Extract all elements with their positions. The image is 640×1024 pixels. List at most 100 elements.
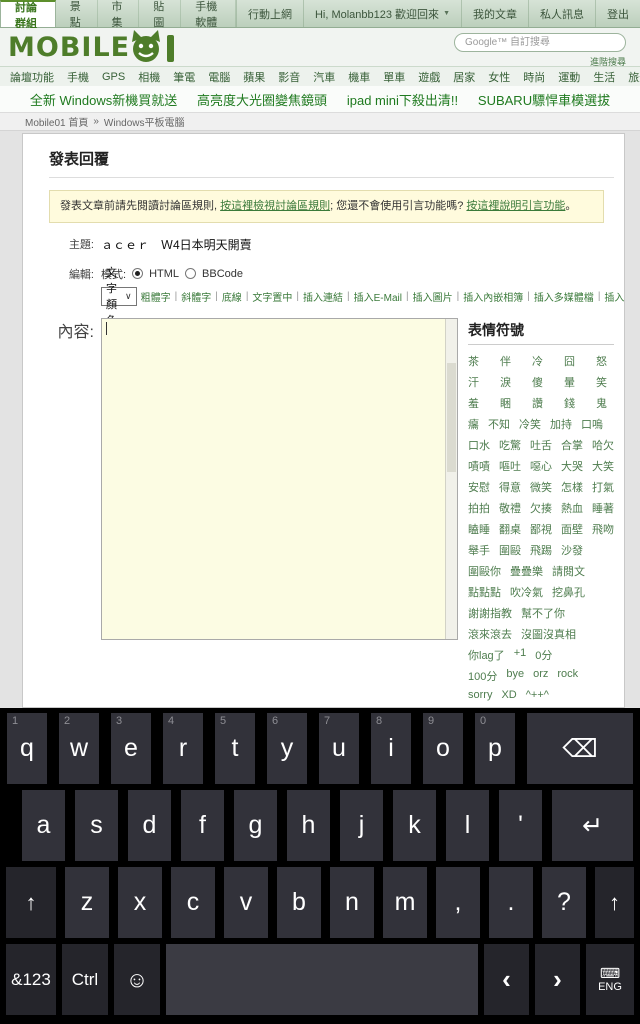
nav-item-8[interactable]: 汽車: [313, 69, 335, 85]
scrollbar-thumb[interactable]: [447, 363, 456, 473]
emoticon-link[interactable]: 微笑: [530, 479, 552, 495]
emoticon-link[interactable]: 飛吻: [592, 521, 614, 537]
ctrl-key[interactable]: Ctrl: [62, 944, 108, 1015]
emoticon-link[interactable]: 點點點: [468, 584, 501, 600]
emoticon-link[interactable]: 羞: [468, 395, 479, 411]
text-color-select[interactable]: 文字顏色 ∨: [101, 267, 137, 327]
key-r[interactable]: 4r: [163, 713, 203, 784]
enter-key[interactable]: ↵: [552, 790, 633, 861]
key-q[interactable]: 1q: [7, 713, 47, 784]
emoticon-link[interactable]: 嘔吐: [499, 458, 521, 474]
emoticon-link[interactable]: 拍拍: [468, 500, 490, 516]
emoticon-link[interactable]: 挖鼻孔: [552, 584, 585, 600]
nav-item-17[interactable]: 旅遊美食: [628, 69, 640, 85]
emoticon-link[interactable]: 加持: [550, 416, 572, 432]
emoticon-link[interactable]: 謝謝指教: [468, 605, 512, 621]
mobile01-logo[interactable]: MOBILE: [8, 29, 176, 65]
emoticon-link[interactable]: 翻桌: [499, 521, 521, 537]
emoji-key[interactable]: ☺: [114, 944, 160, 1015]
cursor-left-key[interactable]: ‹: [484, 944, 529, 1015]
toolbar-link-8[interactable]: 插入多媒體檔: [534, 289, 594, 304]
emoticon-link[interactable]: 癟: [468, 416, 479, 432]
emoticon-link[interactable]: 瞌睡: [468, 521, 490, 537]
key-y[interactable]: 6y: [267, 713, 307, 784]
topbar-link-0[interactable]: 行動上網: [235, 0, 303, 27]
emoticon-link[interactable]: 圍毆: [499, 542, 521, 558]
shift-left-key[interactable]: ↑: [6, 867, 56, 938]
emoticon-link[interactable]: 舉手: [468, 542, 490, 558]
emoticon-link[interactable]: 汗: [468, 374, 479, 390]
emoticon-link[interactable]: 滾來滾去: [468, 626, 512, 642]
emoticon-link[interactable]: 暈: [564, 374, 575, 390]
emoticon-link[interactable]: 怎樣: [561, 479, 583, 495]
topbar-link-1[interactable]: Hi, Molanbb123 歡迎回來 ▼: [302, 0, 461, 27]
topbar-tab-0[interactable]: 討論群組: [0, 0, 56, 30]
nav-item-0[interactable]: 論壇功能: [10, 69, 54, 85]
emoticon-link[interactable]: 睏: [500, 395, 511, 411]
emoticon-link[interactable]: +1: [514, 647, 527, 663]
emoticon-link[interactable]: 吐舌: [530, 437, 552, 453]
key-f[interactable]: f: [181, 790, 224, 861]
emoticon-link[interactable]: 哈欠: [592, 437, 614, 453]
key-v[interactable]: v: [224, 867, 268, 938]
key-m[interactable]: m: [383, 867, 427, 938]
emoticon-link[interactable]: 囧: [564, 353, 575, 369]
nav-item-2[interactable]: GPS: [102, 71, 125, 83]
space-key[interactable]: [166, 944, 478, 1015]
emoticon-link[interactable]: 100分: [468, 668, 497, 684]
emoticon-link[interactable]: 圍毆你: [468, 563, 501, 579]
key-x[interactable]: x: [118, 867, 162, 938]
toolbar-link-1[interactable]: 斜體字: [181, 289, 211, 304]
emoticon-link[interactable]: 幫不了你: [521, 605, 565, 621]
nav-item-11[interactable]: 遊戲: [418, 69, 440, 85]
emoticon-link[interactable]: 冷笑: [519, 416, 541, 432]
emoticon-link[interactable]: 面壁: [561, 521, 583, 537]
apostrophe-key[interactable]: ': [499, 790, 542, 861]
key-p[interactable]: 0p: [475, 713, 515, 784]
key-i[interactable]: 8i: [371, 713, 411, 784]
emoticon-link[interactable]: 吹冷氣: [510, 584, 543, 600]
nav-item-4[interactable]: 筆電: [173, 69, 195, 85]
html-radio[interactable]: [132, 268, 144, 279]
nav-item-5[interactable]: 電腦: [208, 69, 230, 85]
textarea-scrollbar[interactable]: [445, 318, 457, 639]
topbar-tab-3[interactable]: 貼圖: [139, 0, 182, 29]
cursor-right-key[interactable]: ›: [535, 944, 580, 1015]
language-key[interactable]: ⌨ ENG: [586, 944, 634, 1015]
key-j[interactable]: j: [340, 790, 383, 861]
ad-link-0[interactable]: 全新 Windows新機買就送: [30, 90, 177, 109]
ad-link-3[interactable]: SUBARU驃悍車模選拔: [478, 90, 610, 109]
emoticon-link[interactable]: XD: [501, 689, 516, 701]
emoticon-link[interactable]: 熱血: [561, 500, 583, 516]
emoticon-link[interactable]: 大哭: [561, 458, 583, 474]
emoticon-link[interactable]: ^++^: [526, 689, 549, 701]
emoticon-link[interactable]: 鄙視: [530, 521, 552, 537]
ad-link-2[interactable]: ipad mini下殺出清!!: [347, 90, 458, 109]
emoticon-link[interactable]: 伴: [500, 353, 511, 369]
emoticon-link[interactable]: rock: [557, 668, 578, 684]
backspace-key[interactable]: ⌫: [527, 713, 633, 784]
emoticon-link[interactable]: 不知: [488, 416, 510, 432]
emoticon-link[interactable]: 大笑: [592, 458, 614, 474]
key-l[interactable]: l: [446, 790, 489, 861]
emoticon-link[interactable]: 打氣: [592, 479, 614, 495]
shift-right-key[interactable]: ↑: [595, 867, 634, 938]
key-g[interactable]: g: [234, 790, 277, 861]
nav-item-16[interactable]: 生活: [593, 69, 615, 85]
nav-item-10[interactable]: 單車: [383, 69, 405, 85]
emoticon-link[interactable]: 茶: [468, 353, 479, 369]
emoticon-link[interactable]: 得意: [499, 479, 521, 495]
nav-item-3[interactable]: 相機: [138, 69, 160, 85]
emoticon-link[interactable]: orz: [533, 668, 548, 684]
topbar-link-3[interactable]: 私人訊息: [528, 0, 595, 27]
emoticon-link[interactable]: 合掌: [561, 437, 583, 453]
topbar-tab-2[interactable]: 市集: [98, 0, 140, 29]
emoticon-link[interactable]: 0分: [535, 647, 552, 663]
nav-item-1[interactable]: 手機: [67, 69, 89, 85]
nav-item-6[interactable]: 蘋果: [243, 69, 265, 85]
key-z[interactable]: z: [65, 867, 109, 938]
emoticon-link[interactable]: 冷: [532, 353, 543, 369]
notice-link[interactable]: 按這裡檢視討論區規則: [220, 200, 330, 212]
nav-item-12[interactable]: 居家: [453, 69, 475, 85]
emoticon-link[interactable]: 欠揍: [530, 500, 552, 516]
